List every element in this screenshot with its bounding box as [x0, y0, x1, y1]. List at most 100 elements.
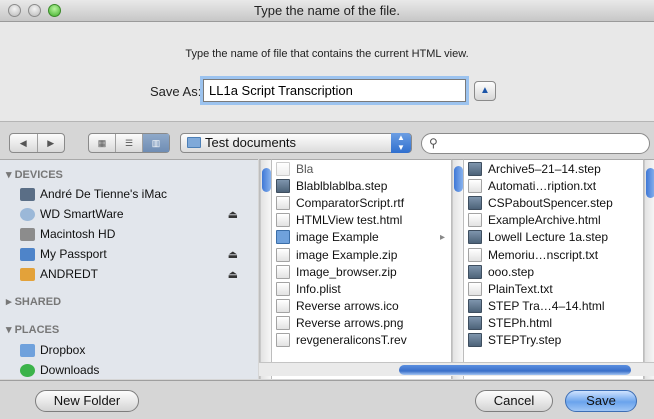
- file-row[interactable]: STEPh.html: [464, 315, 643, 332]
- vertical-scrollbar[interactable]: [452, 160, 463, 379]
- title-bar: Type the name of the file.: [0, 0, 654, 22]
- file-row[interactable]: PlainText.txt: [464, 280, 643, 297]
- file-row[interactable]: Automati…ription.txt: [464, 177, 643, 194]
- expand-dialog-button[interactable]: ▲: [474, 81, 496, 101]
- step-file-icon: [468, 333, 482, 348]
- sidebar-item-wd-smartware[interactable]: WD SmartWare ⏏: [20, 205, 256, 223]
- sidebar-item-label: Macintosh HD: [40, 227, 116, 241]
- document-icon: [468, 247, 482, 262]
- file-name: Blablblablba.step: [296, 178, 388, 193]
- sidebar-section-places[interactable]: ▾ PLACES: [6, 323, 59, 336]
- cancel-button[interactable]: Cancel: [475, 390, 553, 412]
- column-scroll-gutter: [259, 159, 271, 379]
- sidebar-item-label: André De Tienne's iMac: [40, 187, 168, 201]
- sidebar-item-my-passport[interactable]: My Passport ⏏: [20, 245, 256, 263]
- file-row[interactable]: ooo.step: [464, 263, 643, 280]
- file-row[interactable]: Lowell Lecture 1a.step: [464, 229, 643, 246]
- step-file-icon: [468, 299, 482, 314]
- file-name: ExampleArchive.html: [488, 213, 601, 228]
- horizontal-scroll-thumb[interactable]: [399, 365, 631, 375]
- location-label: Test documents: [205, 135, 297, 150]
- file-row[interactable]: CSPaboutSpencer.step: [464, 194, 643, 211]
- step-file-icon: [468, 195, 482, 210]
- imac-icon: [20, 187, 35, 201]
- file-row[interactable]: Info.plist: [272, 280, 451, 297]
- step-file-icon: [468, 230, 482, 245]
- file-row[interactable]: Reverse arrows.png: [272, 315, 451, 332]
- file-row[interactable]: Memoriu…nscript.txt: [464, 246, 643, 263]
- sidebar-item-macintosh-hd[interactable]: Macintosh HD: [20, 225, 256, 243]
- list-view-icon[interactable]: ☰: [116, 134, 143, 152]
- file-row[interactable]: Blablblablba.step: [272, 177, 451, 194]
- sidebar-item-andredt[interactable]: ANDREDT ⏏: [20, 265, 256, 283]
- sidebar-item-label: ANDREDT: [40, 267, 99, 281]
- document-icon: [276, 316, 290, 331]
- vertical-scrollbar[interactable]: [644, 160, 654, 379]
- sidebar-section-devices[interactable]: ▾ DEVICES: [6, 168, 63, 181]
- file-name: Automati…ription.txt: [488, 178, 597, 193]
- file-row[interactable]: revgeneraliconsT.rev: [272, 332, 451, 349]
- vertical-scrollbar[interactable]: [260, 160, 271, 379]
- file-name: STEPTry.step: [488, 333, 562, 348]
- file-row[interactable]: Image_browser.zip: [272, 263, 451, 280]
- document-icon: [276, 213, 290, 228]
- file-name: Info.plist: [296, 281, 341, 296]
- eject-icon[interactable]: ⏏: [228, 248, 238, 261]
- save-button[interactable]: Save: [565, 390, 637, 412]
- forward-arrow-icon[interactable]: ▶: [38, 134, 65, 152]
- file-row[interactable]: HTMLView test.html: [272, 212, 451, 229]
- file-name: Bla: [296, 161, 314, 176]
- file-row[interactable]: Archive5–21–14.step: [464, 160, 643, 177]
- sidebar-item-imac[interactable]: André De Tienne's iMac: [20, 185, 256, 203]
- file-name: ooo.step: [488, 264, 535, 279]
- document-icon: [276, 247, 290, 262]
- document-icon: [468, 178, 482, 193]
- document-icon: [276, 264, 290, 279]
- sidebar-item-label: My Passport: [40, 247, 107, 261]
- file-row[interactable]: ComparatorScript.rtf: [272, 194, 451, 211]
- column-view-icon[interactable]: ▥: [143, 134, 169, 152]
- file-name: Image_browser.zip: [296, 264, 397, 279]
- file-name: image Example: [296, 230, 379, 245]
- save-as-input[interactable]: [203, 79, 466, 102]
- sidebar-section-shared[interactable]: ▸ SHARED: [6, 295, 61, 308]
- back-arrow-icon[interactable]: ◀: [10, 134, 38, 152]
- scroll-thumb[interactable]: [646, 168, 654, 198]
- file-row[interactable]: STEP Tra…4–14.html: [464, 298, 643, 315]
- file-row[interactable]: image Example ▸: [272, 229, 451, 246]
- file-row[interactable]: ExampleArchive.html: [464, 212, 643, 229]
- file-name: CSPaboutSpencer.step: [488, 195, 613, 210]
- scroll-thumb[interactable]: [454, 166, 463, 192]
- file-name: Reverse arrows.ico: [296, 299, 399, 314]
- file-row[interactable]: Bla: [272, 160, 451, 177]
- document-icon: [468, 213, 482, 228]
- file-name: STEP Tra…4–14.html: [488, 299, 605, 314]
- file-row[interactable]: Reverse arrows.ico: [272, 298, 451, 315]
- new-folder-button[interactable]: New Folder: [35, 390, 139, 412]
- step-file-icon: [468, 264, 482, 279]
- save-header: Type the name of file that contains the …: [0, 22, 654, 122]
- window-title: Type the name of the file.: [254, 3, 400, 18]
- dialog-prompt: Type the name of file that contains the …: [185, 48, 469, 60]
- column-scroll-gutter: [643, 159, 654, 379]
- location-popup[interactable]: Test documents ▲ ▼: [180, 133, 412, 153]
- icon-view-icon[interactable]: ▦: [89, 134, 116, 152]
- step-file-icon: [276, 178, 290, 193]
- document-icon: [468, 281, 482, 296]
- horizontal-scrollbar[interactable]: [259, 362, 654, 376]
- file-row[interactable]: STEPTry.step: [464, 332, 643, 349]
- document-icon: [276, 281, 290, 296]
- scroll-thumb[interactable]: [262, 168, 271, 192]
- step-file-icon: [468, 316, 482, 331]
- document-icon: [276, 299, 290, 314]
- step-file-icon: [468, 161, 482, 176]
- eject-icon[interactable]: ⏏: [228, 268, 238, 281]
- file-name: revgeneraliconsT.rev: [296, 333, 407, 348]
- search-field[interactable]: ⚲: [421, 133, 650, 154]
- file-row[interactable]: image Example.zip: [272, 246, 451, 263]
- eject-icon[interactable]: ⏏: [228, 208, 238, 221]
- file-name: ComparatorScript.rtf: [296, 195, 405, 210]
- sidebar-item-dropbox[interactable]: Dropbox: [20, 341, 256, 359]
- sidebar-item-downloads[interactable]: Downloads: [20, 361, 256, 379]
- file-name: Memoriu…nscript.txt: [488, 247, 599, 262]
